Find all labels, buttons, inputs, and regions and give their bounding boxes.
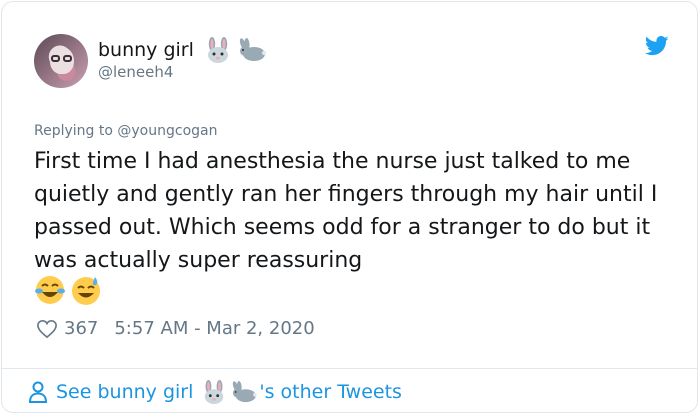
- author-handle[interactable]: @leneeh4: [98, 63, 173, 81]
- rabbit-face-icon: [207, 37, 228, 63]
- replying-to: Replying to @youngcogan: [34, 123, 217, 139]
- replying-to-label: Replying to: [34, 123, 118, 139]
- see-other-tweets-link[interactable]: See bunny girl 's other Tweets: [28, 377, 402, 407]
- heart-icon[interactable]: [36, 319, 58, 339]
- tweet-emoji-row: [34, 274, 102, 306]
- grinning-sweat-icon: [72, 277, 100, 305]
- replying-to-mention[interactable]: @youngcogan: [117, 123, 217, 139]
- twitter-bird-icon[interactable]: [645, 36, 669, 56]
- rabbit-face-icon: [205, 380, 224, 404]
- avatar-glasses-right: [63, 55, 72, 62]
- see-other-tweets-prefix[interactable]: See bunny girl: [56, 381, 193, 403]
- tweet-text: First time I had anesthesia the nurse ju…: [34, 149, 658, 273]
- person-icon: [28, 381, 48, 403]
- rabbit-icon: [239, 38, 266, 61]
- tweet-card: bunny girl @leneeh4 Replying to @youngco…: [1, 1, 698, 413]
- like-count[interactable]: 367: [64, 318, 98, 339]
- author-name-emoji: [204, 37, 266, 63]
- rabbit-icon: [233, 381, 258, 403]
- avatar[interactable]: [34, 34, 88, 88]
- author-name-row[interactable]: bunny girl: [98, 37, 266, 63]
- tears-of-joy-icon: [35, 276, 65, 304]
- avatar-glasses-left: [51, 55, 60, 62]
- tweet-timestamp[interactable]: 5:57 AM - Mar 2, 2020: [114, 318, 314, 339]
- footer-emoji: [201, 380, 258, 404]
- tweet-meta: 367 5:57 AM - Mar 2, 2020: [36, 318, 315, 339]
- see-other-tweets-suffix[interactable]: 's other Tweets: [259, 381, 402, 403]
- author-display-name[interactable]: bunny girl: [98, 39, 194, 61]
- divider: [2, 368, 697, 369]
